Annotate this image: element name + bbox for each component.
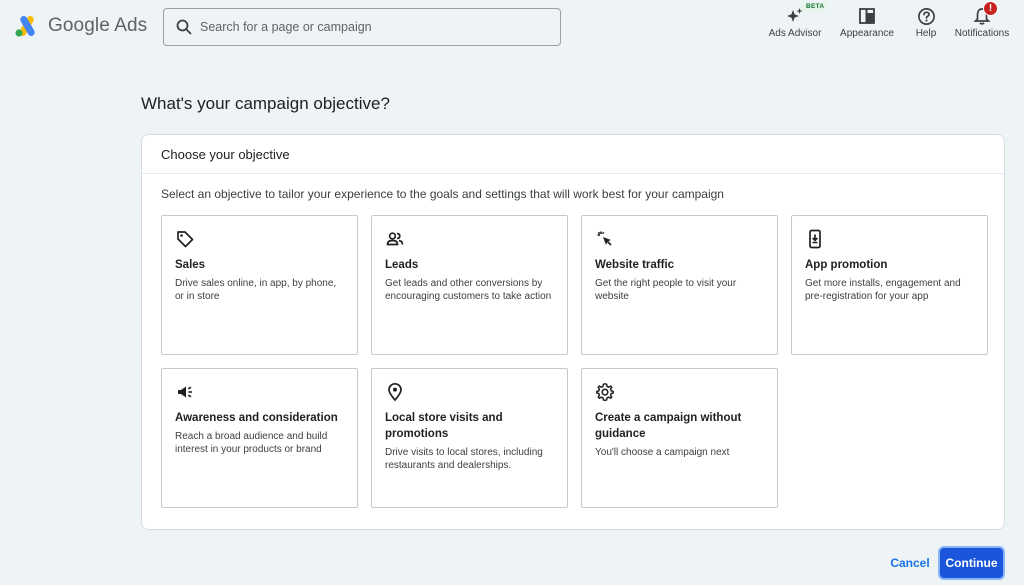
notifications-label: Notifications: [954, 28, 1010, 39]
objective-title: Local store visits and promotions: [385, 412, 503, 440]
objective-description: Drive sales online, in app, by phone, or…: [175, 278, 337, 302]
search-box[interactable]: [163, 8, 561, 46]
objective-tile-no-guidance[interactable]: Create a campaign without guidance You'l…: [581, 368, 778, 508]
appearance-button[interactable]: Appearance: [839, 6, 895, 46]
objective-title: Leads: [385, 259, 419, 271]
objective-tile-leads[interactable]: Leads Get leads and other conversions by…: [371, 215, 568, 355]
objective-tile-local-store[interactable]: Local store visits and promotions Drive …: [371, 368, 568, 508]
people-icon: [386, 232, 404, 246]
objective-description: Reach a broad audience and build interes…: [175, 431, 328, 455]
page-title: What's your campaign objective?: [141, 94, 390, 113]
card-description: Select an objective to tailor your exper…: [161, 187, 724, 201]
sparkle-icon: [787, 8, 803, 22]
objective-tile-awareness[interactable]: Awareness and consideration Reach a broa…: [161, 368, 358, 508]
search-input[interactable]: [200, 20, 540, 34]
help-icon: [917, 7, 935, 25]
objective-tile-sales[interactable]: Sales Drive sales online, in app, by pho…: [161, 215, 358, 355]
google-ads-logo[interactable]: Google Ads: [14, 14, 147, 38]
objective-description: Get the right people to visit your websi…: [595, 278, 737, 302]
ads-advisor-button[interactable]: BETA Ads Advisor: [766, 2, 828, 46]
objective-description: Get more installs, engagement and pre-re…: [805, 278, 961, 302]
objective-description: Get leads and other conversions by encou…: [385, 278, 552, 302]
help-label: Help: [915, 28, 937, 39]
help-button[interactable]: Help: [910, 6, 942, 46]
google-ads-logo-icon: [15, 16, 35, 37]
appearance-icon: [859, 8, 875, 24]
tag-icon: [177, 231, 194, 248]
notifications-button[interactable]: ! Notifications: [951, 1, 1013, 46]
objective-description: Drive visits to local stores, including …: [385, 447, 543, 471]
objective-title: App promotion: [805, 259, 888, 271]
objective-tile-app-promotion[interactable]: App promotion Get more installs, engagem…: [791, 215, 988, 355]
objective-description: You'll choose a campaign next: [595, 447, 730, 458]
notification-badge: !: [983, 1, 998, 16]
objective-title: Awareness and consideration: [175, 412, 338, 424]
phone-download-icon: [809, 229, 821, 249]
cursor-click-icon: [597, 231, 612, 246]
logo-text: Google Ads: [48, 15, 148, 36]
cancel-button[interactable]: Cancel: [884, 552, 936, 574]
appearance-label: Appearance: [840, 28, 894, 39]
continue-button[interactable]: Continue: [940, 548, 1003, 578]
objective-card: Choose your objective Select an objectiv…: [141, 134, 1005, 530]
top-header: Google Ads BETA Ads Advisor Appearance: [0, 0, 1024, 54]
card-heading: Choose your objective: [142, 135, 1004, 174]
beta-badge: BETA: [803, 2, 828, 11]
card-heading-text: Choose your objective: [161, 146, 290, 162]
objective-title: Create a campaign without guidance: [595, 412, 742, 440]
gear-icon: [596, 383, 614, 402]
search-icon: [176, 19, 192, 35]
objective-title: Sales: [175, 259, 206, 271]
objective-tile-website-traffic[interactable]: Website traffic Get the right people to …: [581, 215, 778, 355]
location-pin-icon: [388, 382, 402, 402]
objective-title: Website traffic: [595, 259, 675, 271]
megaphone-icon: [178, 386, 192, 398]
ads-advisor-label: Ads Advisor: [768, 28, 822, 39]
